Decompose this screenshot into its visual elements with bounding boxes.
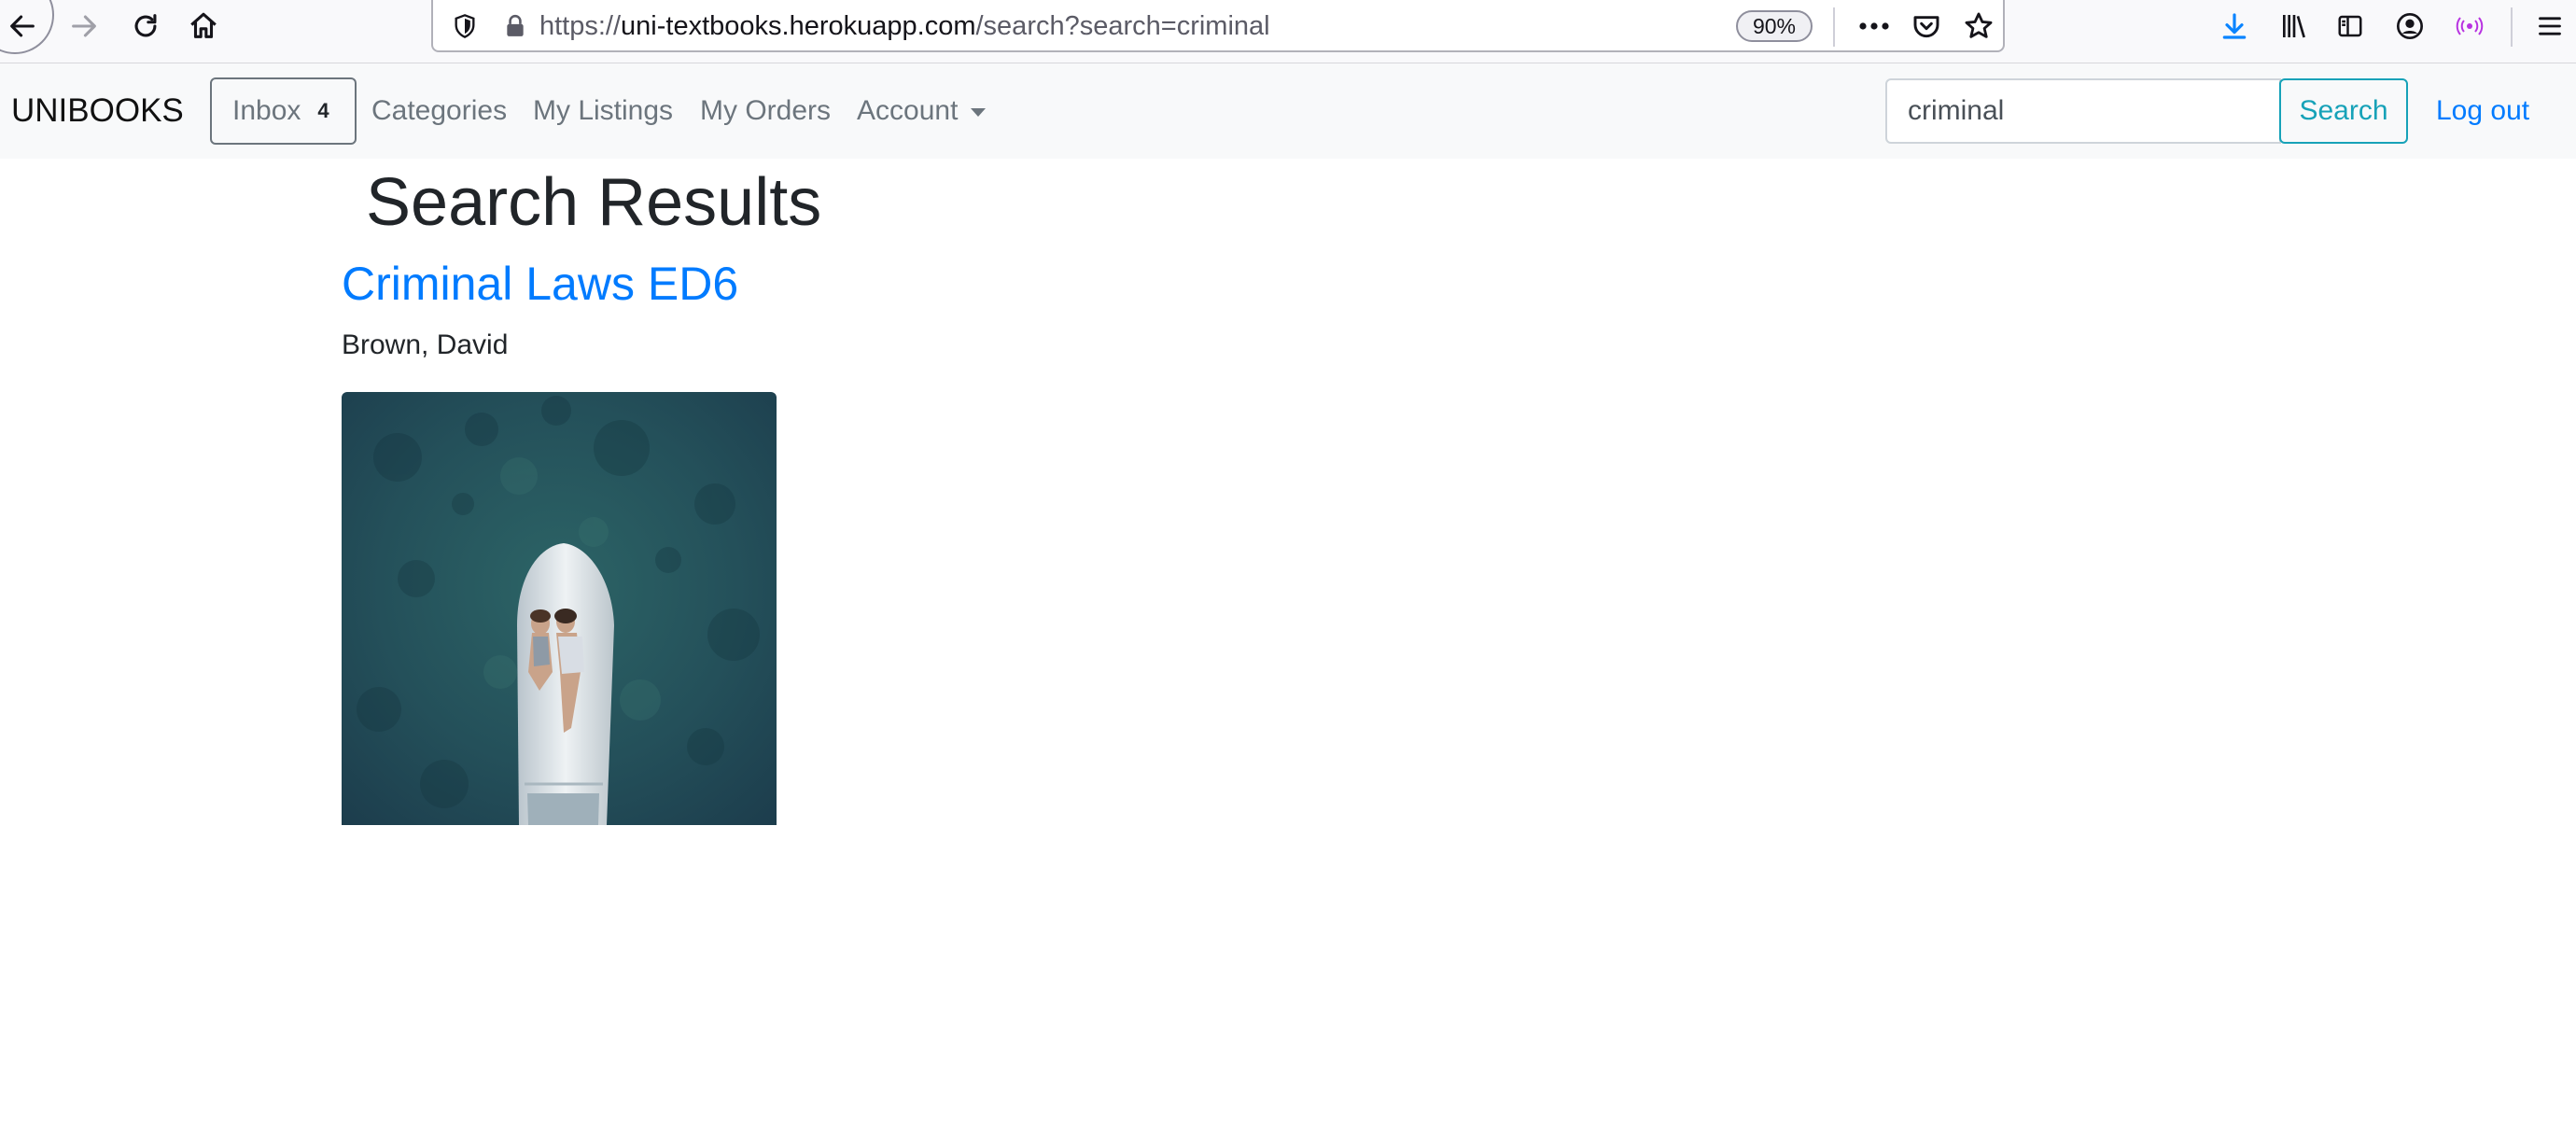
inbox-count-badge: 4 xyxy=(317,99,329,122)
toolbar-divider xyxy=(1833,7,1835,47)
more-icon[interactable] xyxy=(1855,0,1893,52)
logout-link[interactable]: Log out xyxy=(2436,63,2529,159)
chevron-down-icon xyxy=(971,107,987,117)
browser-toolbar: https://uni-textbooks.herokuapp.com/sear… xyxy=(0,0,2576,63)
account-label: Account xyxy=(857,95,959,126)
library-icon[interactable] xyxy=(2275,0,2313,52)
star-icon[interactable] xyxy=(1960,0,1997,52)
result-author: Brown, David xyxy=(342,329,509,360)
home-icon[interactable] xyxy=(183,0,224,52)
url-prefix: https:// xyxy=(539,10,622,41)
toolbar-divider-right xyxy=(2511,7,2513,47)
cover-photo xyxy=(342,392,777,825)
page-title: Search Results xyxy=(366,165,822,240)
download-icon[interactable] xyxy=(2216,0,2253,52)
url-text[interactable]: https://uni-textbooks.herokuapp.com/sear… xyxy=(539,0,1270,52)
app-navbar: UNIBOOKS Inbox 4 Categories My Listings … xyxy=(0,63,2576,159)
pocket-icon[interactable] xyxy=(1908,0,1945,52)
lock-icon[interactable] xyxy=(497,0,534,52)
result-title-link[interactable]: Criminal Laws ED6 xyxy=(342,254,738,314)
back-icon[interactable] xyxy=(4,0,41,52)
extension-icon[interactable] xyxy=(2451,0,2488,52)
account-icon[interactable] xyxy=(2391,0,2429,52)
forward-icon[interactable] xyxy=(63,0,105,52)
menu-icon[interactable] xyxy=(2531,0,2569,52)
search-button[interactable]: Search xyxy=(2279,78,2408,144)
nav-dropdown-account[interactable]: Account xyxy=(857,63,987,159)
inbox-button[interactable]: Inbox 4 xyxy=(210,77,357,145)
nav-link-my-orders[interactable]: My Orders xyxy=(700,63,831,159)
sidebar-icon[interactable] xyxy=(2331,0,2369,52)
brand-logo[interactable]: UNIBOOKS xyxy=(11,63,184,159)
zoom-indicator[interactable]: 90% xyxy=(1736,10,1813,42)
shield-icon[interactable] xyxy=(446,0,483,52)
inbox-label: Inbox xyxy=(232,95,301,126)
reload-icon[interactable] xyxy=(125,0,166,52)
nav-link-my-listings[interactable]: My Listings xyxy=(533,63,673,159)
book-cover-image[interactable] xyxy=(342,392,777,825)
url-path: /search?search=criminal xyxy=(975,10,1270,41)
nav-link-categories[interactable]: Categories xyxy=(371,63,507,159)
url-host: uni-textbooks.herokuapp.com xyxy=(621,10,976,41)
search-input[interactable] xyxy=(1885,78,2281,144)
